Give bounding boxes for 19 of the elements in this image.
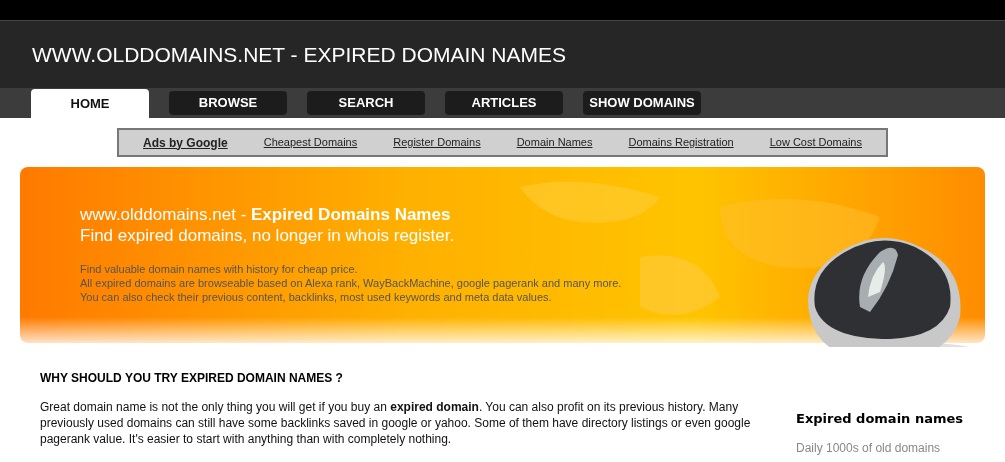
nav-tab[interactable]: SEARCH (307, 91, 425, 115)
sidebar-text: Daily 1000s of old domains (796, 439, 942, 457)
article-paragraph: Great domain name is not the only thing you will get if you buy an expired domain. You can also profit on its previous history. Many previously used domains can still have some backlinks saved in google or yahoo. Some of them have directory listings or even google pagerank value. It's easier to start with anything than with completely nothing. (40, 399, 752, 447)
ad-link[interactable]: Domain Names (516, 134, 593, 151)
site-title: WWW.OLDDOMAINS.NET - EXPIRED DOMAIN NAMES (32, 44, 566, 65)
ads-label[interactable]: Ads by Google (143, 133, 228, 152)
nav-tab[interactable]: HOME (31, 89, 149, 118)
banner-description: Find valuable domain names with history for cheap price. All expired domains are browseable based on Alexa rank, WayBackMachine, google pagerank and many more. You can also check their previous content, backlinks, most used keywords and meta data values. (80, 262, 623, 304)
section-heading: WHY SHOULD YOU TRY EXPIRED DOMAIN NAMES ? (40, 370, 344, 387)
nav-tab[interactable]: ARTICLES (445, 91, 563, 115)
sidebar-heading: Expired domain names (796, 410, 963, 428)
nav-tab[interactable]: SHOW DOMAINS (583, 91, 701, 115)
banner-subtitle: Find expired domains, no longer in whois register. (80, 225, 456, 246)
nav-tab[interactable]: BROWSE (169, 91, 287, 115)
banner-title: www.olddomains.net - Expired Domains Names (80, 204, 452, 225)
ad-link[interactable]: Register Domains (393, 134, 481, 151)
ad-link[interactable]: Cheapest Domains (263, 134, 358, 151)
ad-link[interactable]: Domains Registration (628, 134, 734, 151)
ad-link[interactable]: Low Cost Domains (769, 134, 862, 151)
